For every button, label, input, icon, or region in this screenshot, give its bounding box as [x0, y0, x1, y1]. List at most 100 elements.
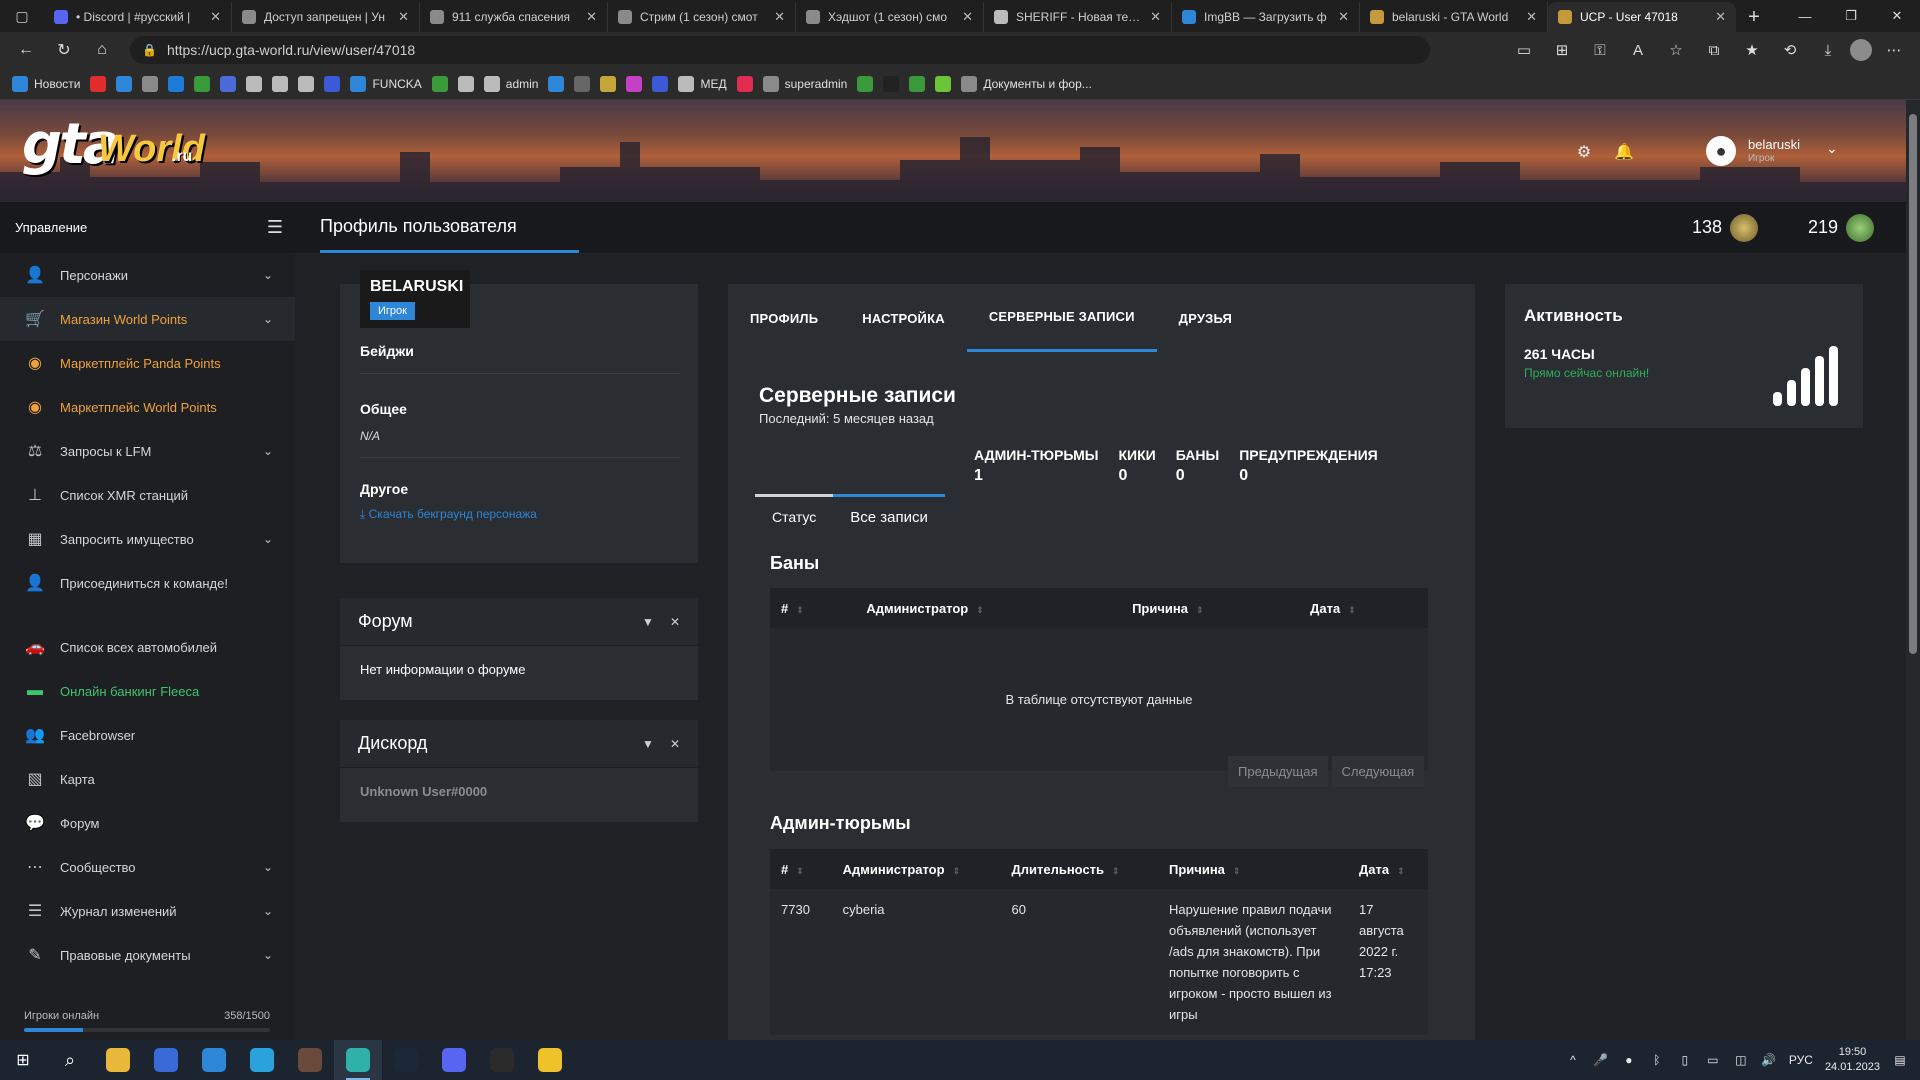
apps-icon[interactable]: ⊞ — [1546, 36, 1578, 64]
bookmark-item[interactable] — [935, 75, 952, 92]
bookmark-item[interactable] — [909, 75, 926, 92]
battery-icon[interactable]: ▭ — [1705, 1052, 1721, 1068]
home-icon[interactable]: ⌂ — [86, 36, 118, 64]
volume-icon[interactable]: 🔊 — [1761, 1052, 1777, 1068]
tab-close-icon[interactable]: ✕ — [1338, 9, 1349, 25]
chevron-down-icon[interactable]: ⌄ — [1826, 140, 1838, 157]
browser-tab[interactable]: 911 служба спасения ✕ — [420, 2, 608, 32]
discord-icon[interactable] — [430, 1040, 478, 1080]
table-column-header[interactable]: Администратор ⇕ — [855, 588, 1122, 628]
tab-close-icon[interactable]: ✕ — [398, 9, 409, 25]
next-page-button[interactable]: Следующая — [1331, 756, 1425, 787]
rockstar-icon[interactable] — [526, 1040, 574, 1080]
sidebar-item[interactable]: 🛒 Магазин World Points ⌄ — [0, 297, 295, 341]
bookmark-item[interactable] — [883, 75, 900, 92]
sidebar-item[interactable]: ☰ Журнал изменений ⌄ — [0, 889, 295, 933]
browser-tab[interactable]: SHERIFF - Новая тема ✕ — [984, 2, 1172, 32]
bookmark-item[interactable] — [116, 75, 133, 92]
tab-friends[interactable]: ДРУЗЬЯ — [1157, 284, 1254, 352]
sidebar-item[interactable]: 👥 Facebrowser — [0, 713, 295, 757]
sidebar-item[interactable]: ⋯ Сообщество ⌄ — [0, 845, 295, 889]
close-window-icon[interactable]: ✕ — [1874, 0, 1920, 32]
sidebar-item[interactable]: ◉ Маркетплейс Panda Points — [0, 341, 295, 385]
browser-tab[interactable]: Хэдшот (1 сезон) смо ✕ — [796, 2, 984, 32]
bookmark-item[interactable] — [220, 75, 237, 92]
subtab-all-records[interactable]: Все записи — [833, 494, 945, 538]
bookmark-item[interactable] — [324, 75, 341, 92]
browser-tab[interactable]: belaruski - GTA World ✕ — [1360, 2, 1548, 32]
bookmark-item[interactable] — [548, 75, 565, 92]
cast-icon[interactable]: ▭ — [1508, 36, 1540, 64]
bookmark-item[interactable] — [298, 75, 315, 92]
download-icon[interactable]: ⤓ — [1812, 36, 1844, 64]
bluetooth-icon[interactable]: ᛒ — [1649, 1052, 1665, 1068]
tab-close-icon[interactable]: ✕ — [586, 9, 597, 25]
restore-icon[interactable]: ❐ — [1828, 0, 1874, 32]
collapse-icon[interactable]: ▼ — [642, 615, 654, 629]
edge-icon[interactable] — [334, 1040, 382, 1080]
close-icon[interactable]: ✕ — [670, 615, 680, 629]
browser-tab[interactable]: Стрим (1 сезон) смот ✕ — [608, 2, 796, 32]
game-icon[interactable] — [286, 1040, 334, 1080]
notifications-icon[interactable]: ▤ — [1892, 1052, 1908, 1068]
network-icon[interactable]: ◫ — [1733, 1052, 1749, 1068]
user-name[interactable]: belaruski — [1748, 137, 1800, 152]
browser-tab-active[interactable]: UCP - User 47018 ✕ — [1548, 2, 1736, 32]
tab-profile[interactable]: ПРОФИЛЬ — [728, 284, 840, 352]
bookmark-item[interactable] — [600, 75, 617, 92]
close-icon[interactable]: ✕ — [670, 737, 680, 751]
vk-icon[interactable] — [190, 1040, 238, 1080]
tab-close-icon[interactable]: ✕ — [1150, 9, 1161, 25]
nvidia-icon[interactable]: ● — [1621, 1052, 1637, 1068]
browser-tab[interactable]: • Discord | #русский | ✕ — [44, 2, 232, 32]
new-tab-button[interactable]: + — [1736, 2, 1772, 32]
previous-page-button[interactable]: Предыдущая — [1228, 756, 1328, 787]
table-column-header[interactable]: Причина ⇕ — [1121, 588, 1300, 628]
tab-close-icon[interactable]: ✕ — [1715, 9, 1726, 25]
panda-points-stat[interactable]: 219 — [1808, 202, 1875, 253]
key-icon[interactable]: ⚿ — [1584, 36, 1616, 64]
sidebar-item[interactable]: 🚗 Список всех автомобилей — [0, 625, 295, 669]
settings-gear-icon[interactable]: ⚙ — [1574, 142, 1594, 162]
table-column-header[interactable]: Администратор ⇕ — [831, 849, 1001, 889]
tab-settings[interactable]: НАСТРОЙКА — [840, 284, 967, 352]
telegram-icon[interactable] — [238, 1040, 286, 1080]
sidebar-item[interactable]: ✎ Правовые документы ⌄ — [0, 933, 295, 977]
epic-icon[interactable] — [478, 1040, 526, 1080]
usb-icon[interactable]: ▯ — [1677, 1052, 1693, 1068]
bookmark-item[interactable] — [626, 75, 643, 92]
tab-server-records[interactable]: СЕРВЕРНЫЕ ЗАПИСИ — [966, 284, 1157, 352]
history-icon[interactable]: ⟲ — [1774, 36, 1806, 64]
user-avatar[interactable]: ● — [1706, 136, 1736, 166]
bookmark-item[interactable] — [142, 75, 159, 92]
favorites-icon[interactable]: ★ — [1736, 36, 1768, 64]
url-input[interactable]: 🔒 https://ucp.gta-world.ru/view/user/470… — [130, 36, 1430, 64]
bookmark-item[interactable] — [574, 75, 591, 92]
sidebar-item[interactable]: ⊥ Список XMR станций — [0, 473, 295, 517]
search-icon[interactable]: ⌕ — [46, 1040, 94, 1080]
read-aloud-icon[interactable]: A — [1622, 36, 1654, 64]
world-points-stat[interactable]: 138 — [1692, 202, 1759, 253]
minimize-icon[interactable]: — — [1782, 0, 1828, 32]
bookmark-item[interactable] — [652, 75, 669, 92]
page-scrollbar[interactable] — [1906, 100, 1920, 1040]
table-column-header[interactable]: # ⇕ — [770, 588, 856, 628]
bookmark-item[interactable] — [857, 75, 874, 92]
bookmark-item[interactable] — [246, 75, 263, 92]
windows-start-icon[interactable]: ⊞ — [0, 1040, 46, 1080]
subtab-status[interactable]: Статус — [755, 494, 834, 538]
download-background-link[interactable]: ⤓ Скачать бекграунд персонажа — [360, 507, 680, 522]
bookmark-item[interactable]: Документы и фор... — [961, 75, 1092, 92]
bookmark-item[interactable] — [736, 75, 753, 92]
sidebar-item[interactable]: ⚖ Запросы к LFM ⌄ — [0, 429, 295, 473]
extensions-icon[interactable]: ⧉ — [1698, 36, 1730, 64]
tab-actions-icon[interactable]: ▢ — [0, 0, 44, 32]
keyboard-language[interactable]: РУС — [1789, 1053, 1813, 1067]
scroll-thumb[interactable] — [1909, 114, 1917, 654]
collapse-icon[interactable]: ▼ — [642, 737, 654, 751]
tab-close-icon[interactable]: ✕ — [962, 9, 973, 25]
bookmark-item[interactable]: Новости — [12, 75, 80, 92]
sidebar-item[interactable]: 👤 Присоединиться к команде! — [0, 561, 295, 605]
sidebar-item[interactable]: 👤 Персонажи ⌄ — [0, 253, 295, 297]
tab-close-icon[interactable]: ✕ — [210, 9, 221, 25]
